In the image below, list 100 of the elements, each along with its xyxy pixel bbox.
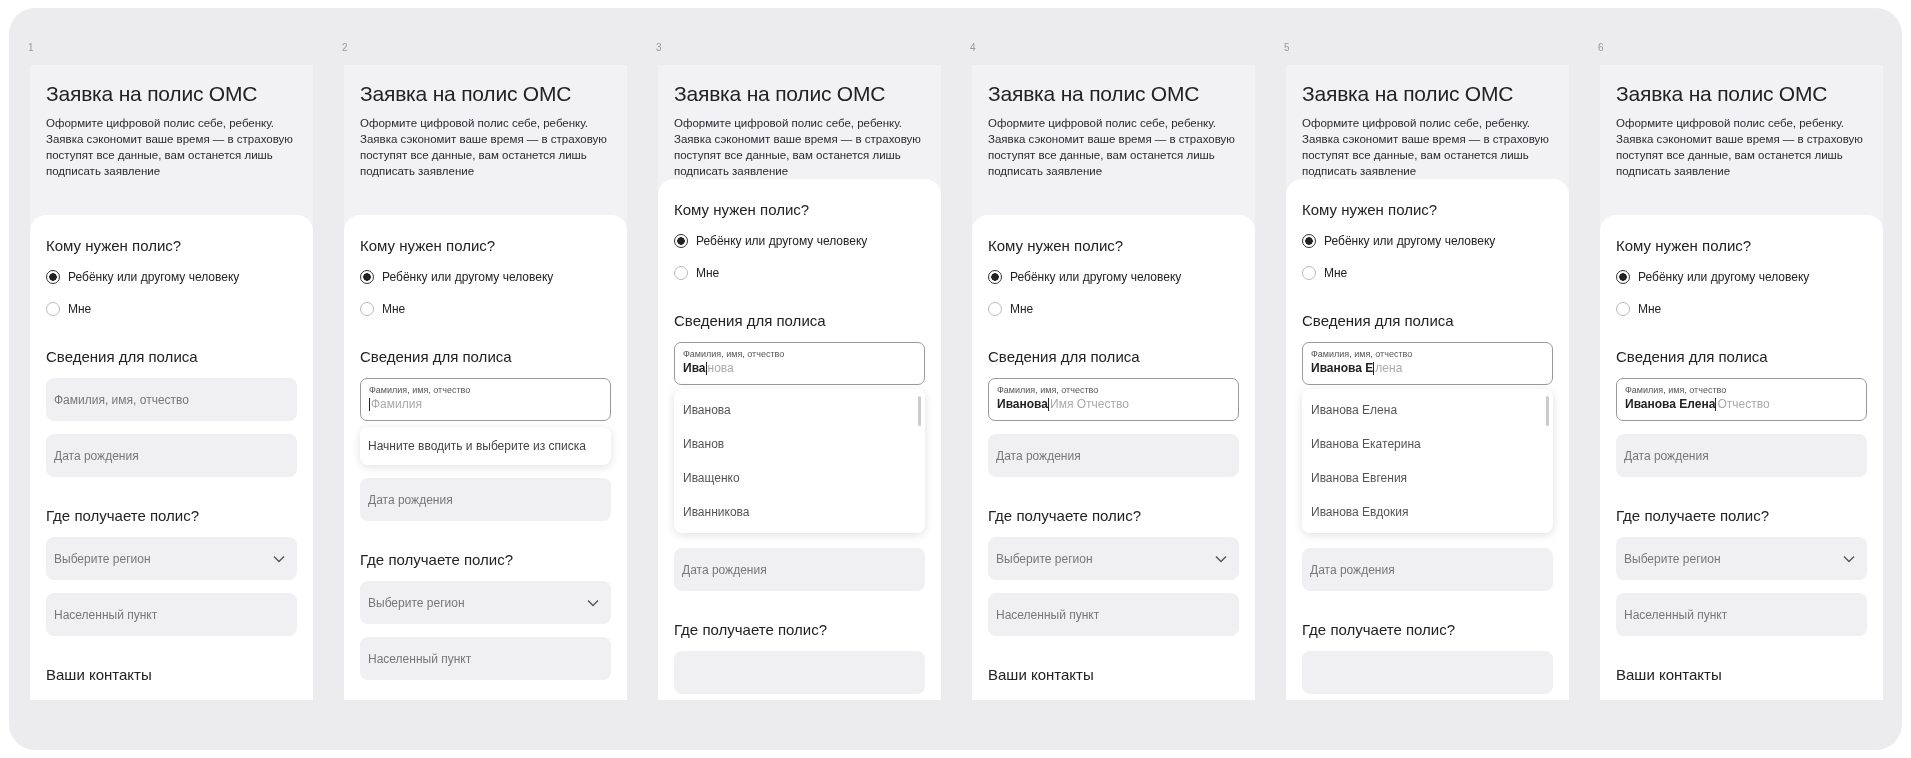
field-label: Фамилия, имя, отчество <box>369 385 472 395</box>
radio-label[interactable]: Мне <box>696 266 720 280</box>
dropdown-placeholder: Выберите регион <box>54 551 151 566</box>
field-value: Иванова Елена Отчество <box>1625 397 1771 411</box>
radio-button[interactable] <box>360 270 374 284</box>
scrollbar-thumb[interactable] <box>918 396 921 426</box>
section-heading: Сведения для полиса <box>1616 347 1769 367</box>
page-title: Заявка на полис ОМС <box>1616 82 1829 106</box>
field-value: Иванова Имя Отчество <box>997 397 1130 411</box>
suggestion-item[interactable]: Иванов <box>674 427 925 461</box>
page-title: Заявка на полис ОМС <box>988 82 1201 106</box>
suggestion-item[interactable]: Иванова <box>674 393 925 427</box>
radio-button[interactable] <box>1616 302 1630 316</box>
section-heading: Сведения для полиса <box>988 347 1141 367</box>
hint-popup: Начните вводить и выберите из списка <box>360 427 611 465</box>
radio-button[interactable] <box>1302 266 1316 280</box>
field-value: Ива нова <box>683 361 735 375</box>
section-heading: Ваши контакты <box>46 665 153 685</box>
field-label: Фамилия, имя, отчество <box>683 349 786 359</box>
suggestion-item[interactable]: Иващенко <box>674 461 925 495</box>
section-heading: Ваши контакты <box>988 665 1095 685</box>
input-field[interactable]: Дата рождения <box>1616 434 1867 477</box>
input-field[interactable]: Населенный пункт <box>46 593 297 636</box>
radio-label[interactable]: Мне <box>1324 266 1348 280</box>
suggestion-item[interactable]: Иванова Евгения <box>1302 461 1553 495</box>
region-dropdown[interactable]: Выберите регион <box>1616 537 1867 580</box>
region-dropdown[interactable]: Выберите регион <box>46 537 297 580</box>
page-description: Оформите цифровой полис себе, ребенку. Заявка сэкономит ваше время — в страховую поступят все данные, вам останется лишь подписать заявление <box>1302 116 1550 179</box>
section-heading: Сведения для полиса <box>360 347 513 367</box>
section-heading: Ваши контакты <box>1616 665 1723 685</box>
input-field[interactable]: Дата рождения <box>360 478 611 521</box>
radio-label[interactable]: Мне <box>68 302 92 316</box>
section-heading: Кому нужен полис? <box>1302 200 1439 220</box>
name-input-field[interactable]: Фамилия, имя, отчество Иванова Имя Отчество <box>988 378 1239 421</box>
radio-label[interactable]: Мне <box>382 302 406 316</box>
input-field[interactable]: Дата рождения <box>674 548 925 591</box>
input-field[interactable]: Населенный пункт <box>1616 593 1867 636</box>
field-value: Иванова Е лена <box>1311 361 1404 375</box>
radio-label[interactable]: Мне <box>1638 302 1662 316</box>
radio-button[interactable] <box>1616 270 1630 284</box>
dropdown-placeholder: Выберите регион <box>368 595 465 610</box>
name-input-field[interactable]: Фамилия, имя, отчество Ива нова <box>674 342 925 385</box>
radio-button[interactable] <box>674 266 688 280</box>
section-heading: Сведения для полиса <box>1302 311 1455 331</box>
section-heading: Где получаете полис? <box>46 506 201 526</box>
page-description: Оформите цифровой полис себе, ребенку. Заявка сэкономит ваше время — в страховую поступят все данные, вам останется лишь подписать заявление <box>1616 116 1864 179</box>
section-heading: Кому нужен полис? <box>1616 236 1753 256</box>
field-value: Фамилия <box>369 397 423 411</box>
page-title: Заявка на полис ОМС <box>1302 82 1515 106</box>
radio-label[interactable]: Ребёнку или другому человеку <box>1324 234 1496 248</box>
page-description: Оформите цифровой полис себе, ребенку. Заявка сэкономит ваше время — в страховую поступят все данные, вам останется лишь подписать заявление <box>988 116 1236 179</box>
section-heading: Кому нужен полис? <box>360 236 497 256</box>
chevron-down-icon <box>587 598 599 607</box>
suggestion-item[interactable]: Иванова Елена <box>1302 393 1553 427</box>
page-description: Оформите цифровой полис себе, ребенку. Заявка сэкономит ваше время — в страховую поступят все данные, вам останется лишь подписать заявление <box>46 116 294 179</box>
radio-button[interactable] <box>988 270 1002 284</box>
name-input-field[interactable]: Фамилия, имя, отчество Иванова Елена Отчество <box>1616 378 1867 421</box>
radio-label[interactable]: Ребёнку или другому человеку <box>1638 270 1810 284</box>
page-title: Заявка на полис ОМС <box>360 82 573 106</box>
input-field[interactable]: Дата рождения <box>988 434 1239 477</box>
section-heading: Кому нужен полис? <box>674 200 811 220</box>
radio-label[interactable]: Ребёнку или другому человеку <box>696 234 868 248</box>
page-title: Заявка на полис ОМС <box>46 82 259 106</box>
region-dropdown[interactable]: Выберите регион <box>360 581 611 624</box>
radio-button[interactable] <box>46 302 60 316</box>
name-input-field[interactable]: Фамилия, имя, отчество Иванова Е лена <box>1302 342 1553 385</box>
radio-button[interactable] <box>360 302 374 316</box>
suggestion-item[interactable]: Иванова Евдокия <box>1302 495 1553 529</box>
section-heading: Где получаете полис? <box>674 620 829 640</box>
section-heading: Сведения для полиса <box>46 347 199 367</box>
region-dropdown[interactable]: Выберите регион <box>988 537 1239 580</box>
suggestion-item[interactable]: Иванникова <box>674 495 925 529</box>
section-heading: Кому нужен полис? <box>988 236 1125 256</box>
suggestion-item[interactable]: Иванова Екатерина <box>1302 427 1553 461</box>
radio-label[interactable]: Мне <box>1010 302 1034 316</box>
dropdown-placeholder: Выберите регион <box>1624 551 1721 566</box>
radio-label[interactable]: Ребёнку или другому человеку <box>1010 270 1182 284</box>
page-title: Заявка на полис ОМС <box>674 82 887 106</box>
frame-number: 3 <box>656 42 663 55</box>
input-field[interactable]: Фамилия, имя, отчество <box>46 378 297 421</box>
chevron-down-icon <box>1215 554 1227 563</box>
radio-label[interactable]: Ребёнку или другому человеку <box>68 270 240 284</box>
field-label: Фамилия, имя, отчество <box>997 385 1100 395</box>
input-field[interactable]: Населенный пункт <box>988 593 1239 636</box>
radio-button[interactable] <box>988 302 1002 316</box>
chevron-down-icon <box>1843 554 1855 563</box>
radio-button[interactable] <box>1302 234 1316 248</box>
scrollbar-thumb[interactable] <box>1546 396 1549 426</box>
input-field[interactable]: Дата рождения <box>1302 548 1553 591</box>
page-description: Оформите цифровой полис себе, ребенку. Заявка сэкономит ваше время — в страховую поступят все данные, вам останется лишь подписать заявление <box>360 116 608 179</box>
name-input-field[interactable]: Фамилия, имя, отчество Фамилия <box>360 378 611 421</box>
frame-number: 1 <box>28 42 35 55</box>
field-label: Фамилия, имя, отчество <box>1625 385 1728 395</box>
radio-label[interactable]: Ребёнку или другому человеку <box>382 270 554 284</box>
radio-button[interactable] <box>674 234 688 248</box>
radio-button[interactable] <box>46 270 60 284</box>
page-description: Оформите цифровой полис себе, ребенку. Заявка сэкономит ваше время — в страховую поступят все данные, вам останется лишь подписать заявление <box>674 116 922 179</box>
section-heading: Где получаете полис? <box>1302 620 1457 640</box>
input-field[interactable]: Дата рождения <box>46 434 297 477</box>
input-field[interactable]: Населенный пункт <box>360 637 611 680</box>
